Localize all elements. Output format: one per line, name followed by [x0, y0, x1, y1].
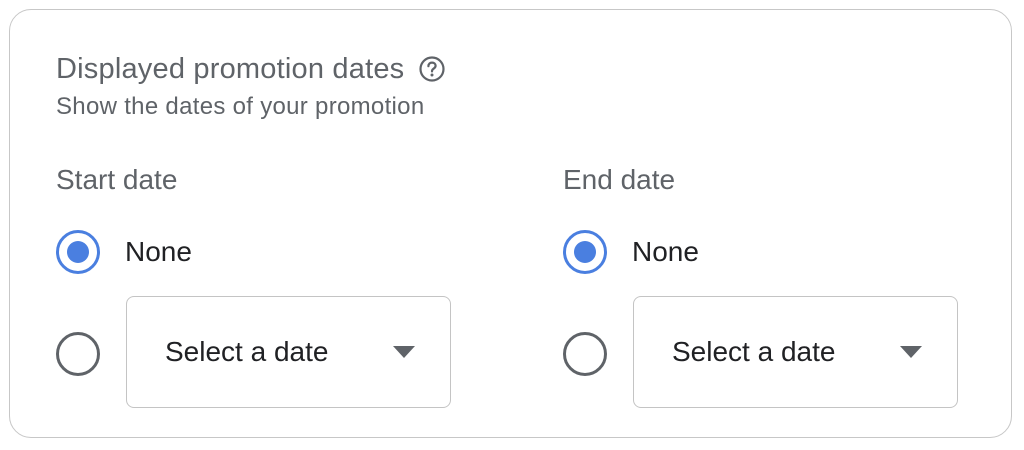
radio-selected-dot: [573, 240, 596, 263]
start-date-select[interactable]: Select a date: [126, 296, 451, 408]
section-header: Displayed promotion dates: [56, 51, 446, 87]
start-date-select-radio[interactable]: [56, 332, 100, 376]
end-date-select[interactable]: Select a date: [633, 296, 958, 408]
section-subtitle: Show the dates of your promotion: [56, 93, 425, 120]
end-date-none-radio[interactable]: [563, 230, 607, 274]
end-date-select-radio[interactable]: [563, 332, 607, 376]
help-icon[interactable]: [418, 55, 446, 83]
start-date-group: Start date None Select a date: [56, 160, 476, 420]
caret-down-icon: [900, 346, 922, 358]
start-date-none-label[interactable]: None: [125, 236, 192, 268]
end-date-label: End date: [563, 164, 676, 195]
radio-selected-dot: [66, 240, 89, 263]
end-date-group: End date None Select a date: [563, 160, 983, 420]
start-date-label: Start date: [56, 164, 178, 195]
section-title: Displayed promotion dates: [56, 52, 405, 85]
start-date-none-radio[interactable]: [56, 230, 100, 274]
end-date-select-placeholder: Select a date: [672, 336, 836, 367]
start-date-select-placeholder: Select a date: [165, 336, 329, 367]
end-date-none-label[interactable]: None: [632, 236, 699, 268]
caret-down-icon: [393, 346, 415, 358]
